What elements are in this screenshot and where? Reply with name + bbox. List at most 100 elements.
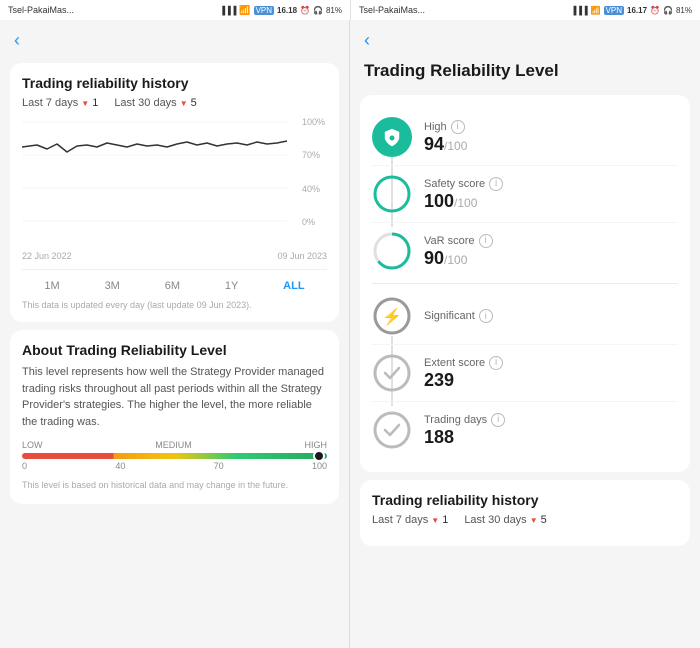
update-note: This data is updated every day (last upd… [22,300,327,310]
history-mini-title: Trading reliability history [372,492,678,508]
alarm-icon-right: ⏰ [650,6,660,15]
headphone-icon-right: 🎧 [663,6,673,15]
wifi-icon-right: 📶 [591,6,601,15]
shield-icon [382,127,402,147]
metric-label-var: VaR score i [424,234,678,248]
metric-icon-var [372,231,412,271]
metric-label-significant: Significant i [424,309,678,323]
var-circle-icon [372,231,412,271]
carrier-right: Tsel-PakaiMas... [359,5,425,15]
time-tabs: 1M 3M 6M 1Y ALL [22,269,327,294]
info-icon-trading-days[interactable]: i [491,413,505,427]
bar-ticks: 0 40 70 100 [22,461,327,471]
metric-icon-extent [372,353,412,393]
significant-group: ⚡ Significant i [372,288,678,458]
svg-text:⚡: ⚡ [382,307,402,326]
back-button-right[interactable]: ‹ [350,24,700,57]
metric-var: VaR score i 90/100 [372,223,678,279]
tab-all[interactable]: ALL [279,278,308,294]
alarm-icon-left: ⏰ [300,6,310,15]
metric-significant: ⚡ Significant i [372,288,678,345]
info-icon-extent[interactable]: i [489,356,503,370]
battery-right: 81% [676,6,692,15]
reliability-bar-section: LOW MEDIUM HIGH 0 40 70 100 [22,440,327,471]
info-icon-var[interactable]: i [479,234,493,248]
safety-circle-icon [372,174,412,214]
status-bar-left: Tsel-PakaiMas... ▐▐▐ 📶 VPN 16.18 ⏰ 🎧 81% [0,0,350,20]
metric-info-trading-days: Trading days i 188 [424,413,678,448]
metric-label-extent: Extent score i [424,356,678,370]
status-icons-left: ▐▐▐ 📶 VPN 16.18 ⏰ 🎧 81% [219,5,342,16]
level-divider [372,283,678,284]
carrier-left: Tsel-PakaiMas... [8,5,74,15]
history-period-7d: Last 7 days ▼ 1 [372,514,448,526]
left-panel: Tsel-PakaiMas... ▐▐▐ 📶 VPN 16.18 ⏰ 🎧 81%… [0,0,350,648]
metric-value-var: 90/100 [424,248,678,269]
right-panel: Tsel-PakaiMas... ▐▐▐ 📶 VPN 16.17 ⏰ 🎧 81%… [350,0,700,648]
line-chart [22,117,307,232]
reliability-level-card: High i 94/100 [360,95,690,472]
tab-1y[interactable]: 1Y [221,278,242,294]
chart-y-labels: 100% 70% 40% 0% [302,117,325,227]
metric-label-high: High i [424,120,678,134]
info-icon-significant[interactable]: i [479,309,493,323]
headphone-icon-left: 🎧 [313,6,323,15]
significant-icon: ⚡ [372,296,412,336]
chart-dates: 22 Jun 2022 09 Jun 2023 [22,251,327,261]
history-arrow-7d: ▼ [431,516,439,525]
info-icon-safety[interactable]: i [489,177,503,191]
period-7d: Last 7 days ▼ 1 [22,97,98,109]
history-period-30d: Last 30 days ▼ 5 [464,514,546,526]
bar-dot [313,450,325,462]
wifi-icon-left: 📶 [239,5,250,16]
history-period-row: Last 7 days ▼ 1 Last 30 days ▼ 5 [372,514,678,526]
metric-info-var: VaR score i 90/100 [424,234,678,269]
metric-safety: Safety score i 100/100 [372,166,678,223]
about-text: This level represents how well the Strat… [22,364,327,430]
back-button-left[interactable]: ‹ [0,24,349,57]
period-row: Last 7 days ▼ 1 Last 30 days ▼ 5 [22,97,327,109]
metric-label-trading-days: Trading days i [424,413,678,427]
tab-6m[interactable]: 6M [161,278,184,294]
time-right: 16.17 [627,6,647,15]
chart-title: Trading reliability history [22,75,327,91]
time-left: 16.18 [277,6,297,15]
status-icons-right: ▐▐▐ 📶 VPN 16.17 ⏰ 🎧 81% [571,6,692,15]
chart-card: Trading reliability history Last 7 days … [10,63,339,322]
metric-icon-safety [372,174,412,214]
arrow-down-7d: ▼ [81,99,89,108]
metric-info-extent: Extent score i 239 [424,356,678,391]
metric-trading-days: Trading days i 188 [372,402,678,458]
gradient-bar [22,453,327,459]
metric-info-safety: Safety score i 100/100 [424,177,678,212]
extent-icon [372,353,412,393]
about-card: About Trading Reliability Level This lev… [10,330,339,504]
metric-value-extent: 239 [424,370,678,391]
trading-days-icon [372,410,412,450]
arrow-down-30d: ▼ [180,99,188,108]
bar-labels: LOW MEDIUM HIGH [22,440,327,450]
tab-1m[interactable]: 1M [40,278,63,294]
history-arrow-30d: ▼ [530,516,538,525]
status-bar-right: Tsel-PakaiMas... ▐▐▐ 📶 VPN 16.17 ⏰ 🎧 81% [350,0,700,20]
disclaimer: This level is based on historical data a… [22,479,327,492]
metric-value-high: 94/100 [424,134,678,155]
chart-area: 100% 70% 40% 0% [22,117,327,247]
vpn-badge-left: VPN [254,6,274,15]
metric-icon-high [372,117,412,157]
vpn-badge-right: VPN [604,6,624,15]
page-title: Trading Reliability Level [364,61,686,81]
info-icon-high[interactable]: i [451,120,465,134]
metric-value-trading-days: 188 [424,427,678,448]
metric-info-significant: Significant i [424,309,678,323]
signal-icon-right: ▐▐▐ [571,6,588,15]
metric-extent: Extent score i 239 [372,345,678,402]
history-mini-card: Trading reliability history Last 7 days … [360,480,690,546]
signal-icon-left: ▐▐▐ [219,6,236,15]
tab-3m[interactable]: 3M [101,278,124,294]
metric-icon-significant: ⚡ [372,296,412,336]
page-title-area: Trading Reliability Level [350,57,700,89]
metric-icon-trading-days [372,410,412,450]
metric-high: High i 94/100 [372,109,678,166]
metric-info-high: High i 94/100 [424,120,678,155]
